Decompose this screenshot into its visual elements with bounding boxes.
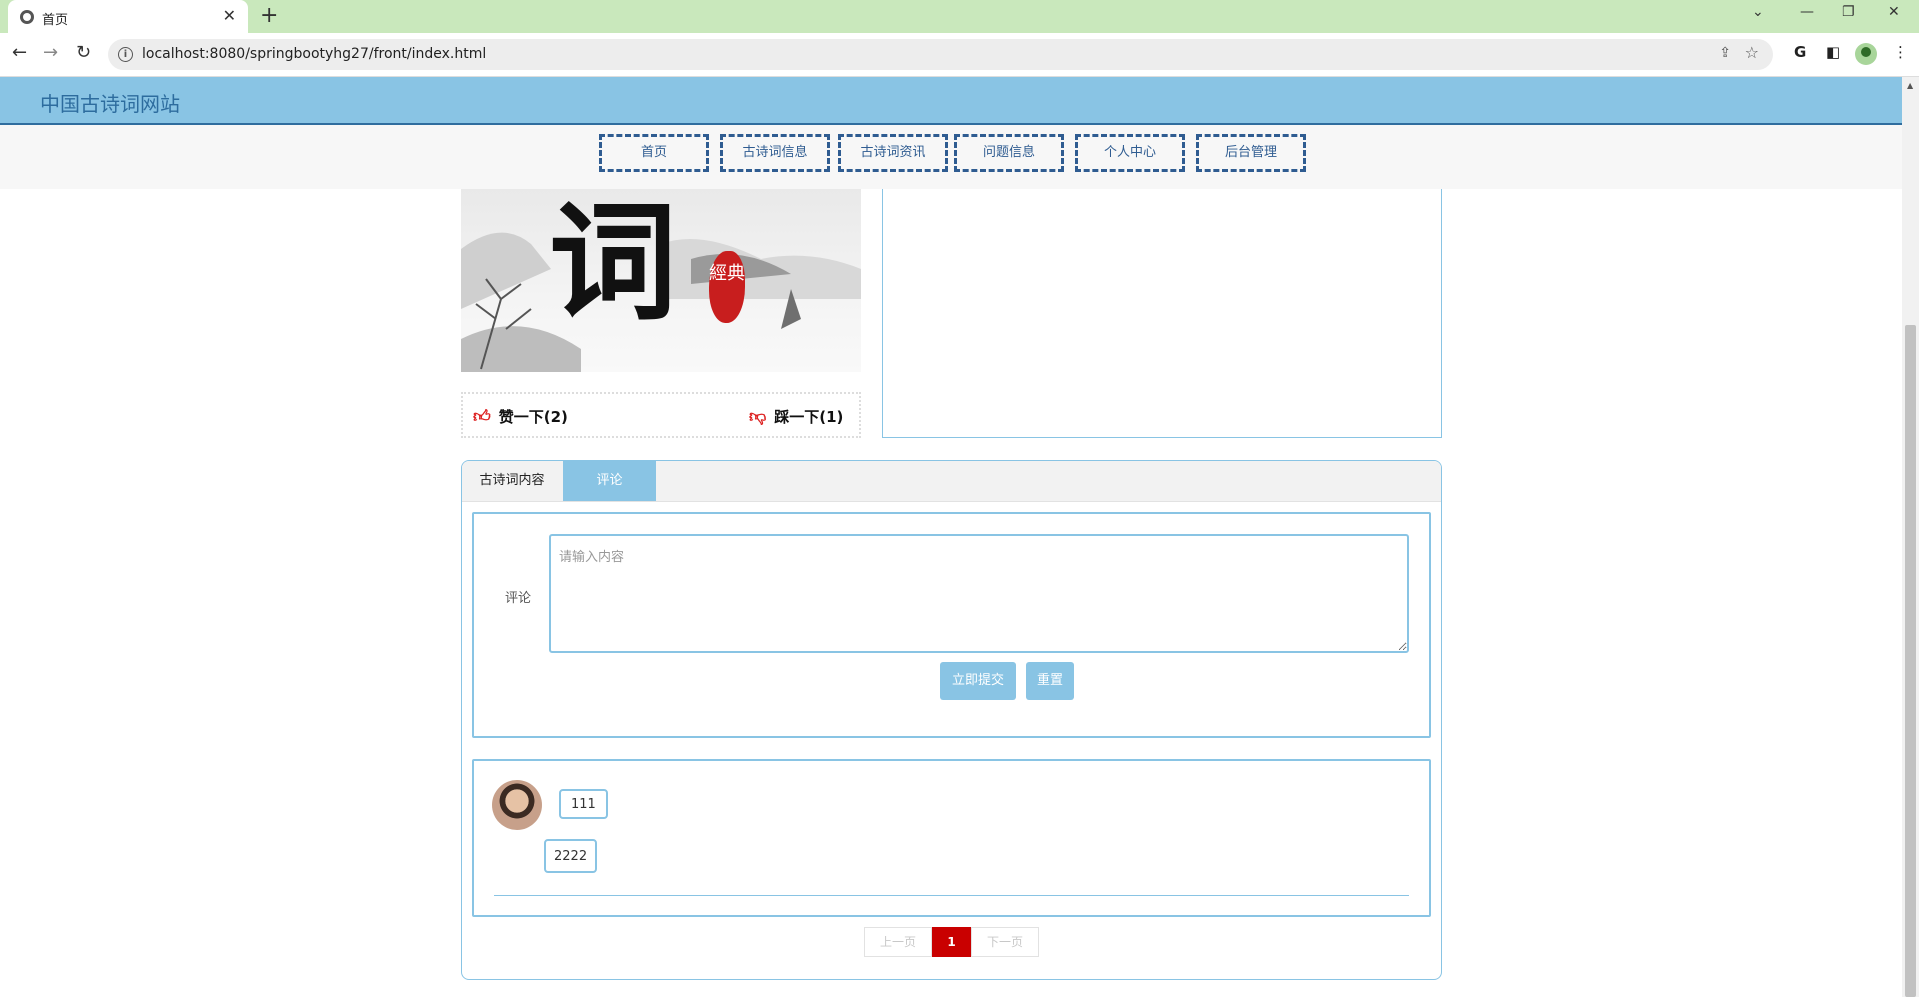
submit-button[interactable]: 立即提交 xyxy=(940,662,1016,700)
bookmark-star-icon[interactable]: ☆ xyxy=(1745,43,1759,62)
comment-divider xyxy=(494,895,1409,896)
tab-poem-content[interactable]: 古诗词内容 xyxy=(462,461,562,501)
nav-questions[interactable]: 问题信息 xyxy=(954,134,1064,172)
next-page-button[interactable]: 下一页 xyxy=(971,927,1039,957)
minimize-icon[interactable]: — xyxy=(1800,4,1814,20)
browser-tab-title: 首页 xyxy=(42,13,69,28)
globe-icon xyxy=(20,10,34,24)
avatar xyxy=(492,780,542,830)
thumbs-up-icon: 👍︎ xyxy=(473,407,491,427)
nav-poem-info[interactable]: 古诗词信息 xyxy=(720,134,830,172)
site-title[interactable]: 中国古诗词网站 xyxy=(40,88,180,117)
browser-tab[interactable]: 首页 ✕ xyxy=(8,0,248,33)
browser-tabstrip: 首页 ✕ + ⌄ — ❐ ✕ xyxy=(0,0,1919,33)
back-icon[interactable]: ← xyxy=(12,42,27,63)
browser-toolbar: ← → ↻ i localhost:8080/springbootyhg27/f… xyxy=(0,33,1919,77)
restore-icon[interactable]: ❐ xyxy=(1842,4,1855,20)
tabs-header: 古诗词内容 评论 xyxy=(462,461,1441,502)
profile-avatar-icon[interactable] xyxy=(1855,43,1877,65)
poem-cover-char: 词 xyxy=(549,189,678,338)
site-header: 中国古诗词网站 xyxy=(0,77,1902,125)
comment-label: 评论 xyxy=(505,591,532,606)
reload-icon[interactable]: ↻ xyxy=(76,42,91,63)
address-bar[interactable]: i localhost:8080/springbootyhg27/front/i… xyxy=(108,39,1773,70)
content-tabs-panel: 古诗词内容 评论 评论 立即提交 重置 111 2222 上一页 1 下一页 xyxy=(461,460,1442,980)
google-icon[interactable]: G xyxy=(1794,43,1806,61)
window-close-icon[interactable]: ✕ xyxy=(1888,4,1900,20)
thumbs-down-icon: 👎︎ xyxy=(749,407,767,427)
side-panel-icon[interactable]: ◧ xyxy=(1826,43,1840,61)
scrollbar-thumb[interactable] xyxy=(1905,325,1916,997)
nav-admin[interactable]: 后台管理 xyxy=(1196,134,1306,172)
reset-button[interactable]: 重置 xyxy=(1026,662,1074,700)
main-nav: 首页 古诗词信息 古诗词资讯 问题信息 个人中心 后台管理 xyxy=(0,125,1902,189)
page-scrollbar[interactable]: ▲ xyxy=(1902,77,1919,997)
dislike-button[interactable]: 👎︎ 踩一下(1) xyxy=(749,406,843,427)
nav-poem-news[interactable]: 古诗词资讯 xyxy=(838,134,948,172)
current-page-button[interactable]: 1 xyxy=(932,927,971,957)
scroll-up-arrow-icon[interactable]: ▲ xyxy=(1907,81,1913,90)
share-icon[interactable]: ⇪ xyxy=(1719,45,1731,61)
page-viewport: 中国古诗词网站 首页 古诗词信息 古诗词资讯 问题信息 个人中心 后台管理 词 … xyxy=(0,77,1902,997)
site-info-icon[interactable]: i xyxy=(118,47,133,62)
prev-page-button[interactable]: 上一页 xyxy=(864,927,932,957)
nav-home[interactable]: 首页 xyxy=(599,134,709,172)
new-tab-icon[interactable]: + xyxy=(260,3,278,28)
like-button[interactable]: 👍︎ 赞一下(2) xyxy=(473,406,568,427)
comment-username: 111 xyxy=(559,789,608,819)
comment-textarea[interactable] xyxy=(549,534,1409,653)
forward-icon[interactable]: → xyxy=(43,42,58,63)
close-tab-icon[interactable]: ✕ xyxy=(223,6,236,25)
address-url[interactable]: localhost:8080/springbootyhg27/front/ind… xyxy=(142,46,486,62)
vote-box: 👍︎ 赞一下(2) 👎︎ 踩一下(1) xyxy=(461,392,861,438)
menu-kebab-icon[interactable]: ⋮ xyxy=(1893,43,1908,61)
poem-detail-panel xyxy=(882,189,1442,438)
comment-list: 111 2222 xyxy=(472,759,1431,917)
tab-search-icon[interactable]: ⌄ xyxy=(1752,4,1764,20)
nav-personal-center[interactable]: 个人中心 xyxy=(1075,134,1185,172)
like-label: 赞一下(2) xyxy=(498,408,568,426)
comment-form: 评论 立即提交 重置 xyxy=(472,512,1431,738)
comment-text: 2222 xyxy=(544,839,598,873)
poem-cover-image: 词 經典 xyxy=(461,189,861,372)
classic-seal: 經典 xyxy=(709,251,745,323)
dislike-label: 踩一下(1) xyxy=(774,408,844,426)
tab-comment[interactable]: 评论 xyxy=(563,461,656,501)
